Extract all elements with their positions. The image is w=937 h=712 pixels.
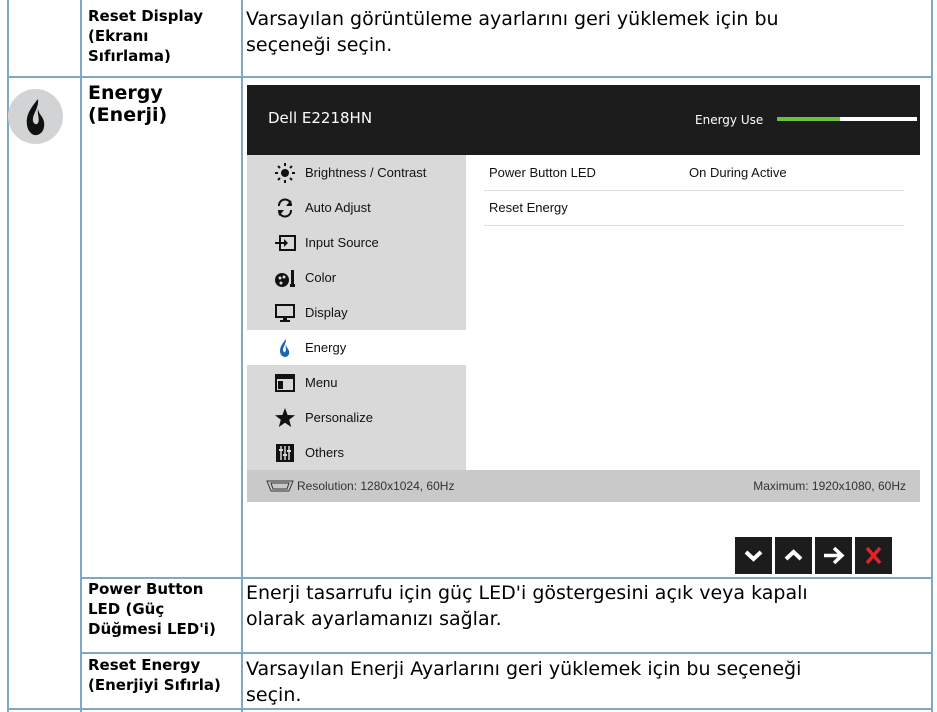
- menu-label: Display: [305, 305, 348, 320]
- energy-icon: [280, 339, 290, 357]
- menu-label: Menu: [305, 375, 338, 390]
- brightness-icon: [275, 163, 295, 183]
- nav-right-button[interactable]: [815, 537, 852, 574]
- menu-item-auto-adjust[interactable]: Auto Adjust: [247, 190, 466, 225]
- osd-status-bar: Resolution: 1280x1024, 60Hz Maximum: 192…: [247, 470, 920, 502]
- auto-adjust-icon: [278, 198, 292, 218]
- menu-item-menu[interactable]: Menu: [247, 365, 466, 400]
- osd-energy-panel: Power Button LED On During Active Reset …: [466, 155, 920, 470]
- table-border-right: [931, 0, 933, 712]
- desc-power-button-led: Enerji tasarrufu için güç LED'i gösterge…: [246, 582, 808, 630]
- menu-item-display[interactable]: Display: [247, 295, 466, 330]
- term-reset-energy: Reset Energy (Enerjiyi Sıfırla): [88, 656, 221, 694]
- menu-label: Others: [305, 445, 345, 460]
- nav-down-button[interactable]: [735, 537, 772, 574]
- table-divider-desc-col: [241, 0, 243, 712]
- close-x-icon: [865, 546, 882, 565]
- option-power-button-led[interactable]: Power Button LED On During Active: [484, 155, 904, 191]
- menu-item-energy[interactable]: Energy: [247, 330, 466, 365]
- vga-connector-icon: [266, 480, 294, 492]
- menu-item-others[interactable]: Others: [247, 435, 466, 470]
- menu-label: Energy: [305, 340, 347, 355]
- table-border-bottom: [7, 708, 933, 710]
- desc-reset-energy: Varsayılan Enerji Ayarlarını geri yüklem…: [246, 658, 802, 706]
- energy-use-label: Energy Use: [695, 113, 764, 127]
- resolution-text: Resolution: 1280x1024, 60Hz: [297, 479, 455, 493]
- energy-use-fill: [777, 117, 840, 121]
- option-label: Power Button LED: [489, 165, 596, 180]
- term-power-button-led: Power Button LED (Güç Düğmesi LED'i): [88, 580, 216, 638]
- osd-menu: Brightness / Contrast Auto Adjust Input …: [247, 155, 466, 470]
- menu-label: Color: [305, 270, 337, 285]
- menu-label: Input Source: [305, 235, 379, 250]
- option-label: Reset Energy: [489, 200, 568, 215]
- menu-label: Personalize: [305, 410, 373, 425]
- menu-label: Auto Adjust: [305, 200, 371, 215]
- input-source-icon: [275, 235, 296, 251]
- others-icon: [276, 444, 294, 462]
- menu-item-input-source[interactable]: Input Source: [247, 225, 466, 260]
- row-divider-1: [7, 76, 933, 78]
- desc-reset-display: Varsayılan görüntüleme ayarlarını geri y…: [246, 8, 779, 56]
- up-icon: [784, 549, 803, 561]
- menu-item-personalize[interactable]: Personalize: [247, 400, 466, 435]
- option-value: On During Active: [689, 165, 787, 180]
- nav-up-button[interactable]: [775, 537, 812, 574]
- menu-item-brightness-contrast[interactable]: Brightness / Contrast: [247, 155, 466, 190]
- personalize-star-icon: [275, 408, 295, 427]
- row-divider-3: [80, 652, 933, 654]
- energy-use-meter: [777, 117, 917, 121]
- right-arrow-icon: [824, 546, 845, 565]
- term-reset-display: Reset Display (Ekranı Sıfırlama): [88, 7, 204, 65]
- maximum-resolution-text: Maximum: 1920x1080, 60Hz: [753, 479, 906, 493]
- menu-item-color[interactable]: Color: [247, 260, 466, 295]
- monitor-model: Dell E2218HN: [268, 109, 373, 127]
- energy-flame-icon: [8, 89, 63, 144]
- term-energy: Energy (Enerji): [88, 82, 168, 126]
- color-icon: [275, 270, 295, 287]
- option-reset-energy[interactable]: Reset Energy: [484, 190, 904, 226]
- osd-window: Dell E2218HN Energy Use Brightness / Con…: [247, 85, 920, 574]
- menu-icon: [275, 374, 295, 392]
- nav-close-button[interactable]: [855, 537, 892, 574]
- display-icon: [275, 304, 295, 322]
- down-icon: [744, 550, 763, 562]
- table-divider-icon-col: [80, 0, 82, 712]
- menu-label: Brightness / Contrast: [305, 165, 427, 180]
- osd-header: Dell E2218HN Energy Use: [247, 85, 920, 155]
